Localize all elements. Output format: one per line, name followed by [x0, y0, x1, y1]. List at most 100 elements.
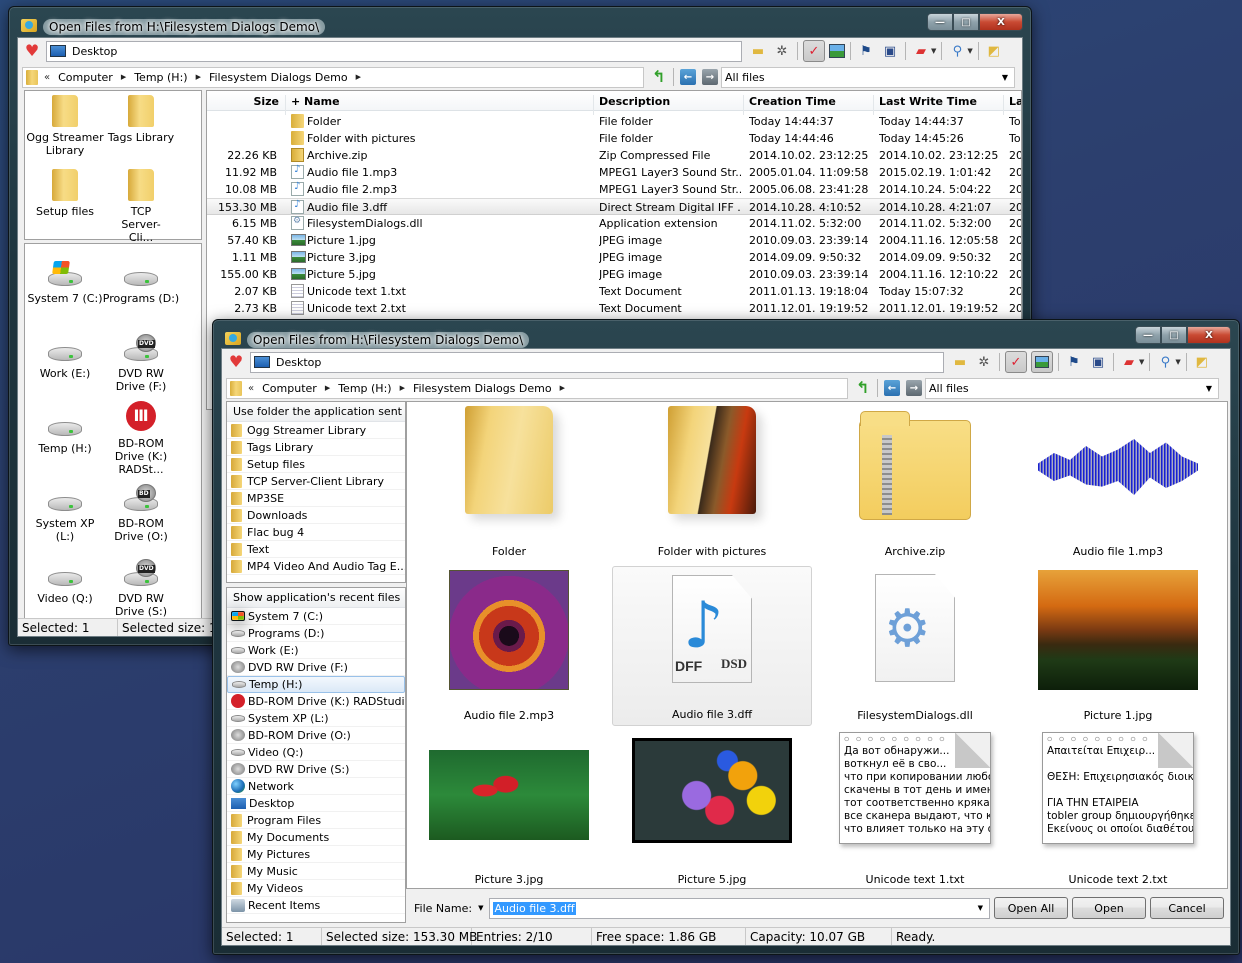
file-row[interactable]: 57.40 KB Picture 1.jpg JPEG image 2010.09.0… [207, 232, 1021, 249]
app-folder-item[interactable]: Ogg Streamer Library [227, 422, 405, 439]
drive-item[interactable]: DVD DVD RW Drive (F:) [101, 329, 181, 393]
app-folder-item[interactable]: Flac bug 4 [227, 524, 405, 541]
place-item[interactable]: Work (E:) [227, 642, 405, 659]
breadcrumb-item[interactable]: Computer [58, 71, 113, 84]
app-folder-item[interactable]: Tags Library [227, 439, 405, 456]
breadcrumb-arrow-icon[interactable]: ▶ [121, 73, 126, 81]
drive-item[interactable]: DVD DVD RW Drive (S:) [101, 554, 181, 618]
favorite-item[interactable]: Ogg Streamer Library [25, 95, 105, 157]
settings-icon[interactable]: ✲ [974, 352, 994, 372]
column-header-creation-time[interactable]: Creation Time [749, 95, 836, 108]
favorites-heart-icon[interactable]: ♥ [228, 354, 244, 370]
file-name-history-icon[interactable]: ▼ [478, 904, 483, 912]
flag-icon[interactable]: ⚑ [1064, 352, 1084, 372]
place-item[interactable]: Temp (H:) [227, 676, 405, 693]
app-folder-item[interactable]: Downloads [227, 507, 405, 524]
place-item[interactable]: Programs (D:) [227, 625, 405, 642]
file-row[interactable]: 153.30 MB Audio file 3.dff Direct Stream D… [207, 198, 1021, 215]
column-header-description[interactable]: Description [599, 95, 670, 108]
thumbnail-view-icon[interactable] [1031, 351, 1053, 373]
thumbnail-item[interactable]: Folder [409, 402, 609, 562]
explore-folder-icon[interactable]: ◩ [1192, 352, 1212, 372]
column-header-name[interactable]: + Name [291, 95, 340, 108]
file-row[interactable]: Folder with pictures File folder Today 14:… [207, 130, 1021, 147]
app-folder-item[interactable]: Setup files [227, 456, 405, 473]
file-type-filter[interactable]: All files ▼ [925, 377, 1219, 399]
title-bar[interactable]: Open Files from H:\Filesystem Dialogs De… [213, 320, 1239, 350]
monitor-icon[interactable]: ▣ [1088, 352, 1108, 372]
place-item[interactable]: Recent Items [227, 897, 405, 914]
file-row[interactable]: 1.11 MB Picture 3.jpg JPEG image 2014.09.09… [207, 249, 1021, 266]
favorite-item[interactable]: Tags Library [101, 95, 181, 144]
breadcrumb-arrow-icon[interactable]: ▶ [356, 73, 361, 81]
back-arrow-icon[interactable]: ← [884, 380, 900, 396]
search-icon[interactable]: ⚲ [947, 41, 967, 61]
thumbnail-item[interactable]: Picture 5.jpg [612, 730, 812, 888]
favorites-heart-icon[interactable]: ♥ [24, 43, 40, 59]
thumbnail-item[interactable]: Archive.zip [815, 402, 1015, 562]
file-name-input[interactable]: Audio file 3.dff ▼ [489, 897, 990, 919]
close-button[interactable]: X [1187, 326, 1231, 344]
app-folders-title[interactable]: Use folder the application sent [227, 402, 405, 422]
chevron-down-icon[interactable]: ▼ [1206, 384, 1212, 393]
file-row[interactable]: 22.26 KB Archive.zip Zip Compressed File 20… [207, 147, 1021, 164]
file-row[interactable]: 155.00 KB Picture 5.jpg JPEG image 2010.09.… [207, 266, 1021, 283]
thumbnail-item[interactable]: Απαιτείται Επιχειρ... ΘΕΣΗ: Επιχειρησιακό… [1018, 730, 1218, 888]
app-folder-item[interactable]: TCP Server-Client Library [227, 473, 405, 490]
floppy-icon[interactable]: ▰ [1119, 352, 1139, 372]
address-input[interactable]: Desktop [250, 351, 944, 373]
thumbnail-item[interactable]: Folder with pictures [612, 402, 812, 562]
go-up-icon[interactable]: ↰ [652, 69, 666, 85]
minimize-button[interactable]: — [1135, 326, 1161, 344]
minimize-button[interactable]: — [927, 13, 953, 31]
chevron-left-icon[interactable]: « [248, 383, 254, 394]
drive-item[interactable]: Ⅲ BD-ROM Drive (K:) RADSt... [101, 399, 181, 476]
drive-item[interactable]: Temp (H:) [25, 404, 105, 455]
favorite-item[interactable]: TCP Server-Cli... [101, 169, 181, 244]
title-bar[interactable]: Open Files from H:\Filesystem Dialogs De… [9, 7, 1031, 37]
place-item[interactable]: Network [227, 778, 405, 795]
breadcrumb-arrow-icon[interactable]: ▶ [560, 384, 565, 392]
search-dropdown-icon[interactable]: ▼ [967, 47, 972, 55]
monitor-icon[interactable]: ▣ [880, 41, 900, 61]
settings-icon[interactable]: ✲ [772, 41, 792, 61]
drive-item[interactable]: BD BD-ROM Drive (O:) [101, 479, 181, 543]
maximize-button[interactable]: □ [953, 13, 979, 31]
place-item[interactable]: System XP (L:) [227, 710, 405, 727]
new-folder-icon[interactable]: ▬ [950, 352, 970, 372]
place-item[interactable]: Program Files [227, 812, 405, 829]
breadcrumb-item[interactable]: Computer [262, 382, 317, 395]
drive-item[interactable]: System XP (L:) [25, 479, 105, 543]
forward-arrow-icon[interactable]: → [906, 380, 922, 396]
place-item[interactable]: BD-ROM Drive (O:) [227, 727, 405, 744]
file-type-filter[interactable]: All files ▼ [721, 66, 1015, 88]
breadcrumb[interactable]: « Computer ▶ Temp (H:) ▶ Filesystem Dial… [226, 377, 848, 399]
floppy-icon[interactable]: ▰ [911, 41, 931, 61]
chevron-down-icon[interactable]: ▼ [978, 904, 983, 912]
open-all-button[interactable]: Open All [994, 897, 1068, 919]
address-input[interactable]: Desktop [46, 40, 742, 62]
breadcrumb-arrow-icon[interactable]: ▶ [400, 384, 405, 392]
chevron-left-icon[interactable]: « [44, 72, 50, 83]
place-item[interactable]: My Pictures [227, 846, 405, 863]
file-row[interactable]: 2.73 KB Unicode text 2.txt Text Document 20… [207, 300, 1021, 317]
file-row[interactable]: Folder File folder Today 14:44:37 Today 14:… [207, 113, 1021, 130]
drive-item[interactable]: Work (E:) [25, 329, 105, 380]
thumbnail-item[interactable]: Picture 3.jpg [409, 730, 609, 888]
place-item[interactable]: My Music [227, 863, 405, 880]
favorite-item[interactable]: Setup files [25, 169, 105, 218]
thumbnail-item[interactable]: Audio file 2.mp3 [409, 566, 609, 726]
column-header-size[interactable]: Size [207, 95, 279, 108]
place-item[interactable]: My Videos [227, 880, 405, 897]
open-button[interactable]: Open [1072, 897, 1146, 919]
breadcrumb-item[interactable]: Filesystem Dialogs Demo [413, 382, 552, 395]
breadcrumb-item[interactable]: Filesystem Dialogs Demo [209, 71, 348, 84]
column-header-last-access[interactable]: Las [1009, 95, 1021, 108]
thumbnail-view-icon[interactable] [829, 44, 845, 58]
column-header-last-write-time[interactable]: Last Write Time [879, 95, 977, 108]
file-row[interactable]: 6.15 MB FilesystemDialogs.dll Application … [207, 215, 1021, 232]
place-item[interactable]: Desktop [227, 795, 405, 812]
maximize-button[interactable]: □ [1161, 326, 1187, 344]
back-arrow-icon[interactable]: ← [680, 69, 696, 85]
drive-item[interactable]: Video (Q:) [25, 554, 105, 605]
